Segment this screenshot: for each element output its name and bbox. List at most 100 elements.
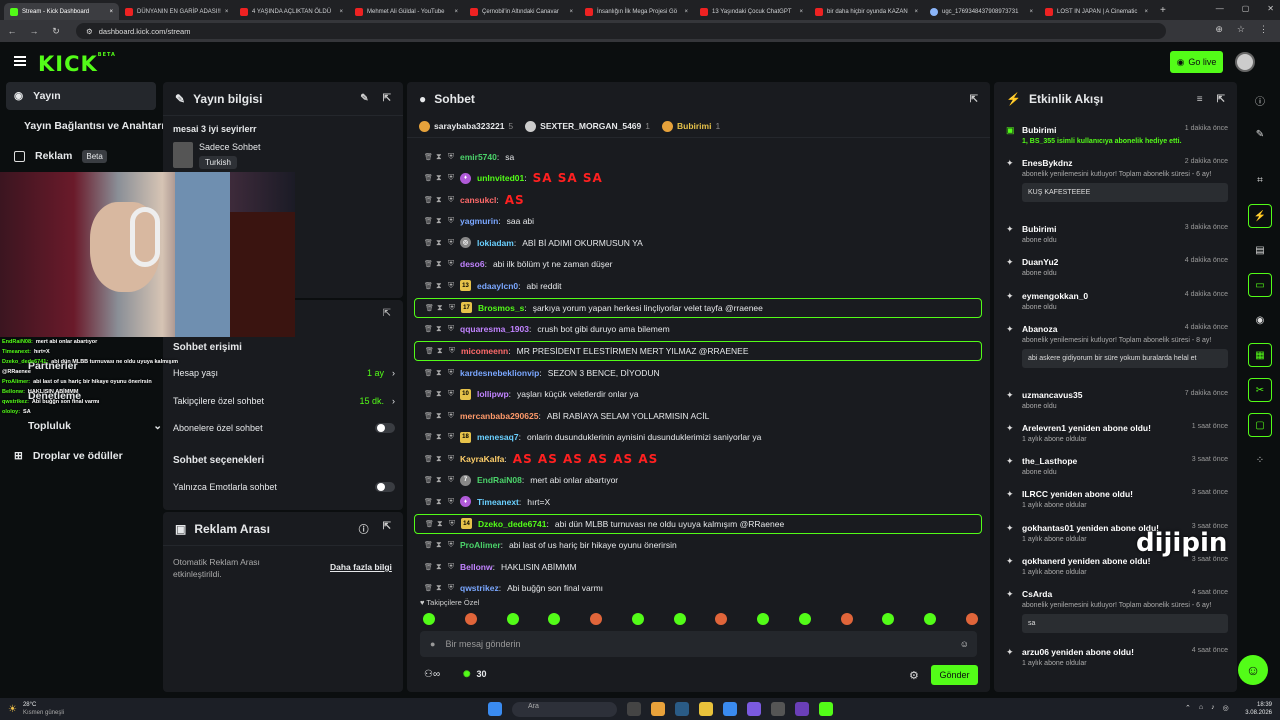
delete-message-icon[interactable]: 🗑 [424,563,433,571]
timeout-icon[interactable]: ⧗ [436,152,442,162]
timeout-icon[interactable]: ⧗ [436,475,442,485]
crop-icon[interactable]: ⌗ [1248,168,1272,192]
chat-message[interactable]: 🗑 ⧗ ⛨ 17 Brosmos_s: şarkıya yorum yapan herke… [414,297,982,318]
delete-message-icon[interactable]: 🗑 [424,325,433,333]
chat-message[interactable]: 🗑 ⧗ ⛨ 14 Dzeko_dede6741: abi dün MLBB turnuva… [414,513,982,534]
ban-shield-icon[interactable]: ⛨ [448,152,454,162]
reload-icon[interactable]: ↻ [50,26,62,37]
delete-message-icon[interactable]: 🗑 [425,520,434,528]
url-field[interactable]: ⚙ dashboard.kick.com/stream [76,23,1166,39]
minimize-icon[interactable]: — [1216,4,1224,13]
delete-message-icon[interactable]: 🗑 [424,174,433,182]
sidebar-item-stream[interactable]: ◉ Yayın [6,82,156,110]
chat-username[interactable]: Timeanext [477,497,519,507]
maximize-icon[interactable]: ▢ [1242,4,1250,13]
ban-shield-icon[interactable]: ⛨ [449,519,455,529]
delete-message-icon[interactable]: 🗑 [424,541,433,549]
chat-message-input[interactable]: ● Bir mesaj gönderin ☺ [420,631,977,657]
activity-item[interactable]: ✦ eymengokkan_0 4 dakika önce abone oldu [1006,291,1228,311]
activity-item[interactable]: ✦ CsArda 4 saat önce abonelik yenilemesini … [1006,589,1228,633]
timeout-icon[interactable]: ⧗ [436,324,442,334]
chat-message[interactable]: 🗑 ⧗ ⛨ ♦ Timeanext: hırt=X [414,491,982,513]
followers-only-row[interactable]: Takipçilere özel sohbet 15 dk. › [173,396,395,406]
chat-username[interactable]: cansukcl [460,195,496,205]
browser-tab[interactable]: bir daha hiçbir oyunda KAZAN × [809,3,924,20]
explorer-icon[interactable] [699,702,713,716]
activity-item[interactable]: ✦ Abanoza 4 dakika önce abonelik yenilemesi… [1006,324,1228,368]
ban-shield-icon[interactable]: ⛨ [448,368,454,378]
window-icon[interactable]: ▢ [1248,413,1272,437]
chat-message[interactable]: 🗑 ⧗ ⛨ Bellonw: HAKLISIN ABİMMM [414,556,982,578]
chat-message[interactable]: 🗑 ⧗ ⛨ ◎ lokiadam: ABİ Bİ ADIMI OKURMUSUN YA [414,232,982,254]
delete-message-icon[interactable]: 🗑 [425,304,434,312]
back-icon[interactable]: ← [6,26,18,36]
tab-close-icon[interactable]: × [914,9,918,15]
app-icon[interactable] [771,702,785,716]
chat-username[interactable]: Bellonw [460,562,493,572]
chat-message[interactable]: 🗑 ⧗ ⛨ micomeenn: MR PRESİDENT ELESTİRMEN MER… [414,341,982,361]
ban-shield-icon[interactable]: ⛨ [448,216,454,226]
tab-close-icon[interactable]: × [454,9,458,15]
emote-tab-label[interactable]: ♥ Takipçilere Özel [420,598,479,607]
delete-message-icon[interactable]: 🗑 [424,390,433,398]
browser-menu-icon[interactable]: ⋮ [1259,24,1268,35]
ban-shield-icon[interactable]: ⛨ [448,583,454,593]
account-age-row[interactable]: Hesap yaşı 1 ay › [173,368,395,378]
chat-message[interactable]: 🗑 ⧗ ⛨ cansukcl: AS [414,189,982,211]
chat-username[interactable]: menesaq7 [477,432,519,442]
popout-icon[interactable]: ⇱ [1217,94,1225,105]
chat-username[interactable]: mercanbaba290625 [460,411,538,421]
ban-shield-icon[interactable]: ⛨ [448,411,454,421]
filter-icon[interactable]: ≡ [1197,94,1203,105]
ban-shield-icon[interactable]: ⛨ [448,389,454,399]
delete-message-icon[interactable]: 🗑 [424,217,433,225]
browser-tab[interactable]: Stream - Kick Dashboard × [4,3,119,20]
emote-icon[interactable] [673,613,686,625]
timeout-icon[interactable]: ⧗ [436,583,442,593]
media-icon[interactable]: ▦ [1248,343,1272,367]
sidebar-item-ads[interactable]: Reklam Beta [6,142,156,170]
delete-message-icon[interactable]: 🗑 [424,584,433,592]
clock[interactable]: 18:39 3.08.2026 [1245,701,1272,717]
delete-message-icon[interactable]: 🗑 [424,412,433,420]
tab-close-icon[interactable]: × [1029,9,1033,15]
document-icon[interactable]: ▤ [1248,238,1272,262]
emotes-only-toggle[interactable] [375,482,395,492]
chat-username[interactable]: qquaresma_1903 [460,324,529,334]
chat-message[interactable]: 🗑 ⧗ ⛨ qquaresma_1903: crush bot gibi duruyo … [414,319,982,341]
apps-icon[interactable]: ⁘ [1248,448,1272,472]
system-tray[interactable]: ⌃ ⌂ ♪ ◎ [1185,704,1229,712]
discord-icon[interactable] [747,702,761,716]
timeout-icon[interactable]: ⧗ [437,519,443,529]
emote-icon[interactable] [506,613,519,625]
tab-close-icon[interactable]: × [684,9,688,15]
learn-more-link[interactable]: Daha fazla bilgi [330,562,392,572]
browser-tab[interactable]: İnsanlığın İlk Mega Projesi Gö × [579,3,694,20]
timeout-icon[interactable]: ⧗ [436,411,442,421]
chat-message[interactable]: 🗑 ⧗ ⛨ deso6: abi ilk bölüm yt ne zaman düşer [414,254,982,276]
delete-message-icon[interactable]: 🗑 [424,282,433,290]
tab-close-icon[interactable]: × [109,9,113,15]
chat-username[interactable]: KayraKalfa [460,454,504,464]
ban-shield-icon[interactable]: ⛨ [448,432,454,442]
emote-icon[interactable] [715,613,728,625]
timeout-icon[interactable]: ⧗ [436,389,442,399]
activity-item[interactable]: ✦ qokhanerd yeniden abone oldu! 3 saat önc… [1006,556,1228,576]
emote-icon[interactable] [757,613,770,625]
chat-message[interactable]: 🗑 ⧗ ⛨ yagmurin: saa abi [414,211,982,233]
browser-tab[interactable]: Çernobil'in Altındaki Canavar × [464,3,579,20]
timeout-icon[interactable]: ⧗ [436,195,442,205]
chat-username[interactable]: micomeenn [461,346,508,356]
emote-icon[interactable] [631,613,644,625]
chat-username[interactable]: kardesnebeklionvip [460,368,539,378]
browser-tab[interactable]: 13 Yaşındaki Çocuk ChatGPT × [694,3,809,20]
emoji-picker-icon[interactable]: ☺ [960,639,969,649]
kick-logo[interactable]: KICKBETA [38,52,116,76]
timeout-icon[interactable]: ⧗ [436,238,442,248]
activity-item[interactable]: ✦ Bubirimi 3 dakika önce abone oldu [1006,224,1228,244]
popout-icon[interactable]: ⇱ [970,94,978,105]
ban-shield-icon[interactable]: ⛨ [448,324,454,334]
popout-icon[interactable]: ⇱ [383,93,391,104]
delete-message-icon[interactable]: 🗑 [424,196,433,204]
chat-username[interactable]: qwstrikez [460,583,499,593]
